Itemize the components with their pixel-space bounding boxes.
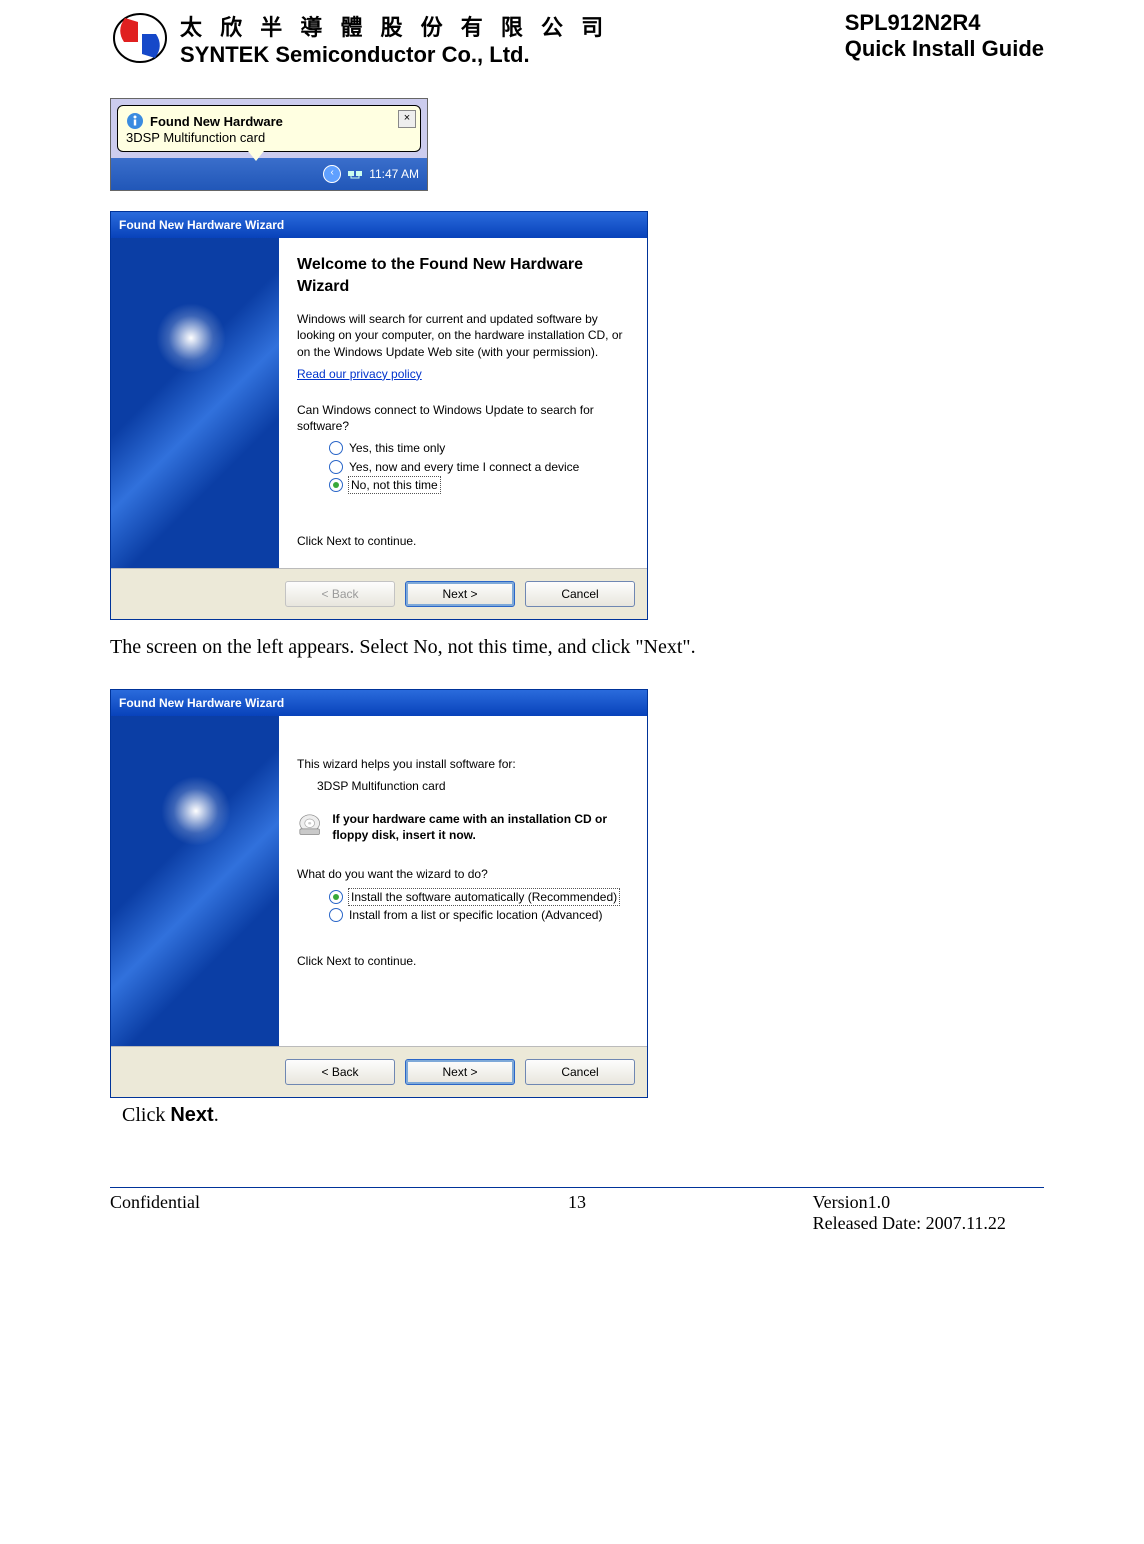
wizard-question: Can Windows connect to Windows Update to… [297, 402, 629, 434]
footer-page-number: 13 [421, 1192, 732, 1213]
privacy-link[interactable]: Read our privacy policy [297, 367, 422, 381]
wizard-titlebar: Found New Hardware Wizard [111, 690, 647, 716]
instruction-text-1: The screen on the left appears. Select N… [110, 636, 1044, 659]
footer-version: Version1.0 [813, 1192, 1044, 1213]
footer-confidential: Confidential [110, 1192, 421, 1213]
wizard-titlebar: Found New Hardware Wizard [111, 212, 647, 238]
tray-notification-screenshot: Found New Hardware 3DSP Multifunction ca… [110, 98, 428, 191]
radio-option-advanced[interactable]: Install from a list or specific location… [329, 907, 629, 923]
radio-icon [329, 460, 343, 474]
device-name: 3DSP Multifunction card [317, 778, 629, 794]
cancel-button[interactable]: Cancel [525, 581, 635, 607]
continue-hint: Click Next to continue. [297, 533, 629, 549]
company-name-cn: 太 欣 半 導 體 股 份 有 限 公 司 [180, 10, 835, 42]
cd-icon [297, 812, 322, 848]
instruction-text-2: Click Next. [122, 1104, 1044, 1127]
page-header: 太 欣 半 導 體 股 份 有 限 公 司 SYNTEK Semiconduct… [110, 10, 1044, 68]
cd-instruction: If your hardware came with an installati… [332, 812, 629, 843]
company-name-en: SYNTEK Semiconductor Co., Ltd. [180, 42, 835, 68]
cancel-button[interactable]: Cancel [525, 1059, 635, 1085]
radio-icon [329, 478, 343, 492]
next-button[interactable]: Next > [405, 581, 515, 607]
radio-icon [329, 908, 343, 922]
wizard-dialog-2: Found New Hardware Wizard This wizard he… [110, 689, 648, 1098]
wizard-intro: This wizard helps you install software f… [297, 756, 629, 772]
next-button[interactable]: Next > [405, 1059, 515, 1085]
document-type: Quick Install Guide [845, 36, 1044, 62]
radio-option-auto[interactable]: Install the software automatically (Reco… [329, 889, 629, 905]
info-icon [126, 112, 144, 130]
footer-release-date: Released Date: 2007.11.22 [813, 1213, 1044, 1234]
taskbar: ‹ 11:47 AM [111, 158, 427, 190]
radio-option-1[interactable]: Yes, this time only [329, 440, 629, 456]
radio-option-2[interactable]: Yes, now and every time I connect a devi… [329, 459, 629, 475]
page-footer: Confidential 13 Version1.0 Released Date… [110, 1187, 1044, 1234]
wizard-sidebar-image [111, 238, 279, 568]
wizard-heading: Welcome to the Found New Hardware Wizard [297, 254, 629, 297]
back-button: < Back [285, 581, 395, 607]
continue-hint: Click Next to continue. [297, 953, 629, 969]
tray-network-icon[interactable] [347, 165, 363, 184]
balloon-title: Found New Hardware [150, 114, 283, 129]
wizard-sidebar-image [111, 716, 279, 1046]
back-button[interactable]: < Back [285, 1059, 395, 1085]
balloon-body: 3DSP Multifunction card [126, 130, 412, 145]
product-name: SPL912N2R4 [845, 10, 1044, 36]
radio-icon [329, 890, 343, 904]
wizard-paragraph: Windows will search for current and upda… [297, 311, 629, 360]
close-icon[interactable]: × [398, 110, 416, 128]
radio-option-3[interactable]: No, not this time [329, 477, 629, 493]
wizard-dialog-1: Found New Hardware Wizard Welcome to the… [110, 211, 648, 620]
balloon-tip: Found New Hardware 3DSP Multifunction ca… [117, 105, 421, 152]
radio-icon [329, 441, 343, 455]
logo-icon [110, 10, 170, 66]
taskbar-clock: 11:47 AM [369, 167, 419, 181]
wizard-question: What do you want the wizard to do? [297, 866, 629, 882]
tray-arrow-icon[interactable]: ‹ [323, 165, 341, 183]
